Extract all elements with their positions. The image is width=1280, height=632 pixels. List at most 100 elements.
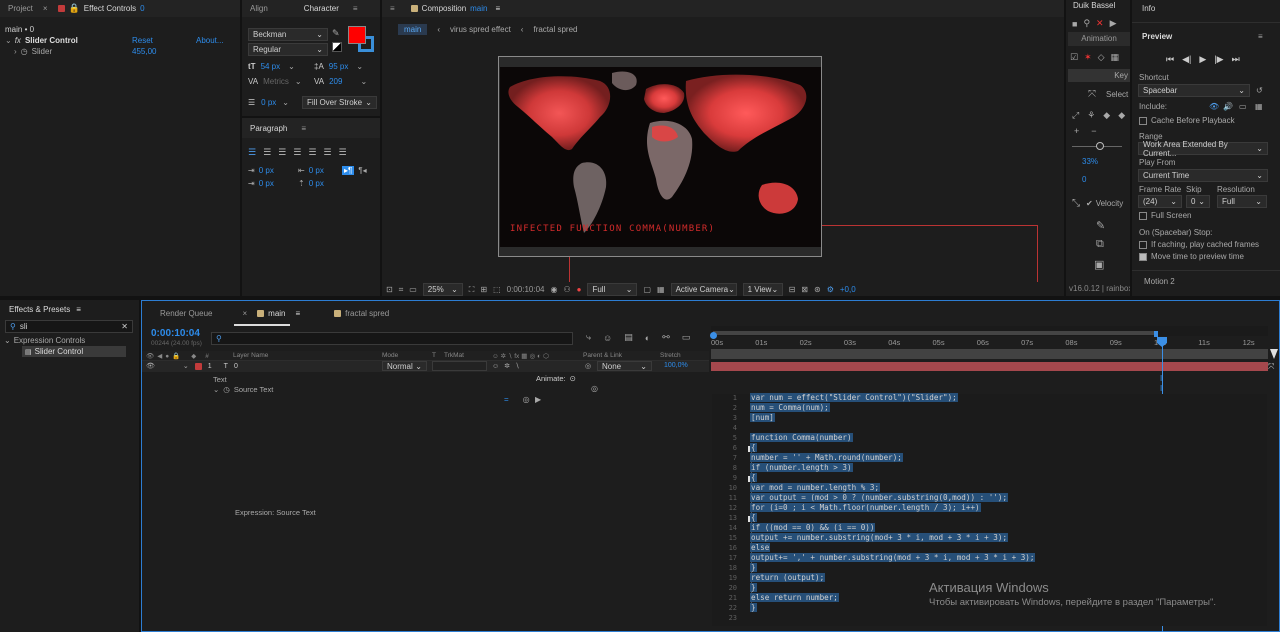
close-icon[interactable]: × — [240, 305, 249, 322]
animate-row[interactable]: Animate: ⊙ — [536, 374, 576, 383]
zoom-select[interactable]: 25% ⌄ — [422, 283, 463, 296]
fill-color-swatch[interactable] — [348, 26, 366, 44]
last-frame-icon[interactable]: ⏭ — [1232, 54, 1240, 65]
show-snapshot-icon[interactable]: ⚇ — [563, 285, 570, 294]
code-line[interactable]: [num] — [750, 413, 1190, 423]
font-style-select[interactable]: Regular ⌄ — [248, 43, 328, 56]
reset-exposure-icon[interactable]: ⚙ — [827, 285, 834, 294]
duik-percent[interactable]: 33% — [1082, 157, 1098, 166]
minus-icon[interactable]: − — [1091, 126, 1096, 136]
collapse-switch-icon[interactable]: ✲ — [504, 362, 510, 370]
font-family-select[interactable]: Beckman ⌄ — [248, 28, 328, 41]
motion-blur-icon[interactable]: ◐ — [645, 333, 650, 343]
transparency-grid-icon[interactable]: ▦ — [657, 285, 665, 294]
tab-align[interactable]: Align — [242, 0, 276, 17]
stopwatch-icon[interactable]: ◷ — [223, 385, 230, 394]
kerning-value[interactable]: Metrics — [263, 77, 289, 86]
source-text-row[interactable]: ⌄ ◷ Source Text — [213, 385, 273, 394]
code-line[interactable]: { — [750, 513, 1190, 523]
include-overlay-icon[interactable]: ▭ — [1239, 102, 1247, 111]
breadcrumb-fractal[interactable]: fractal spred — [533, 25, 577, 34]
duik-ease4-icon[interactable]: ◆ — [1118, 110, 1125, 121]
menu-icon[interactable]: ≡ — [495, 4, 500, 13]
col-trkmat[interactable]: TrkMat — [444, 352, 464, 359]
move-time-row[interactable]: Move time to preview time — [1139, 252, 1244, 261]
checkbox-icon[interactable] — [1139, 116, 1147, 125]
menu-icon[interactable]: ≡ — [296, 309, 301, 318]
code-line[interactable]: for (i=0 ; i < Math.floor(number.length … — [750, 503, 1190, 513]
resolution-preview-select[interactable]: Full ⌄ — [1217, 195, 1267, 208]
kerning-row[interactable]: VA Metrics ⌄ — [248, 77, 302, 86]
collapse-switch-icon[interactable]: ✲ — [501, 352, 506, 360]
tab-info[interactable]: Info — [1142, 4, 1155, 13]
include-video-icon[interactable]: 👁 — [1209, 102, 1219, 111]
indent-right-row[interactable]: ⇤ 0 px — [298, 166, 324, 175]
duik-layer-icon[interactable]: ■ — [1072, 19, 1077, 29]
pixel-aspect-icon[interactable]: ⊟ — [789, 285, 796, 294]
play-icon[interactable]: ▶ — [1199, 54, 1206, 65]
code-line[interactable]: number = '' + Math.round(number); — [750, 453, 1190, 463]
breadcrumb-main[interactable]: main — [398, 24, 428, 35]
align-left-icon[interactable]: ☰ — [248, 147, 256, 158]
text-keyframe-marker-icon[interactable]: I — [1160, 374, 1162, 383]
duik-keys-icon[interactable]: ◇ — [1098, 52, 1105, 63]
checkbox-checked-icon[interactable] — [1139, 252, 1147, 261]
include-audio-icon[interactable]: 🔊 — [1223, 102, 1233, 111]
menu-icon[interactable]: ≡ — [299, 120, 308, 137]
indent-right-value[interactable]: 0 px — [309, 166, 324, 175]
tab-main[interactable]: main ≡ — [249, 305, 312, 322]
include-layers-icon[interactable]: ▦ — [1255, 102, 1263, 111]
duik-graph-icon[interactable]: ▦ — [1111, 52, 1120, 63]
camera-select[interactable]: Active Camera ⌄ — [670, 283, 737, 296]
expression-controls-category[interactable]: ⌄ Expression Controls — [4, 336, 85, 345]
lock-icon[interactable]: 🔒 — [172, 352, 180, 360]
space-before-value[interactable]: 0 px — [309, 179, 324, 188]
reset-link[interactable]: Reset — [132, 36, 153, 45]
tab-character[interactable]: Character — [296, 0, 351, 17]
eye-icon[interactable]: 👁 — [146, 362, 155, 370]
layer-trkmat-select[interactable] — [432, 361, 487, 371]
space-before-row[interactable]: ⇡ 0 px — [298, 179, 324, 188]
code-line[interactable] — [750, 613, 1190, 623]
swatch-black-white-icon[interactable] — [332, 42, 342, 52]
frame-rate-select[interactable]: (24) ⌄ — [1138, 195, 1182, 208]
tab-effect-controls[interactable]: 🔒 Effect Controls 0 — [50, 0, 157, 17]
indent-first-value[interactable]: 0 px — [259, 179, 274, 188]
param-row[interactable]: › ◷ Slider 455,00 — [14, 47, 234, 56]
param-value[interactable]: 455,00 — [132, 47, 156, 56]
duik-ease2-icon[interactable]: ⚘ — [1087, 110, 1095, 121]
checkbox-icon[interactable]: ☑ — [1070, 52, 1078, 63]
range-select[interactable]: Work Area Extended By Current... ⌄ — [1138, 140, 1268, 158]
code-line[interactable]: function Comma(number) — [750, 433, 1190, 443]
duik-select-row[interactable]: ⤧ Select — [1088, 89, 1128, 100]
duik-camera-icon[interactable]: ▶ — [1110, 18, 1117, 29]
ltr-icon[interactable]: ▸¶ — [342, 166, 355, 175]
label-icon[interactable]: ◆ — [191, 352, 196, 360]
code-line[interactable]: if ((mod == 0) && (i == 0)) — [750, 523, 1190, 533]
shy-icon[interactable]: ☺ — [603, 333, 612, 343]
stroke-width-value[interactable]: 0 px — [261, 98, 276, 107]
font-size-value[interactable]: 54 px — [261, 62, 281, 71]
code-line[interactable]: if (number.length > 3) — [750, 463, 1190, 473]
breadcrumb-virus[interactable]: virus spred effect — [450, 25, 511, 34]
layer-duration-bar[interactable] — [711, 362, 1268, 371]
tab-composition[interactable]: Composition main ≡ — [403, 0, 512, 17]
col-layer-name[interactable]: Layer Name — [233, 352, 268, 359]
code-line[interactable]: output+= ',' + number.substring(mod + 3 … — [750, 553, 1190, 563]
fx-switch-icon[interactable]: fx — [514, 353, 519, 360]
skip-select[interactable]: 0 ⌄ — [1186, 195, 1210, 208]
tab-render-queue[interactable]: Render Queue — [152, 305, 220, 322]
chevron-right-icon[interactable]: › — [14, 47, 17, 56]
rtl-icon[interactable]: ¶◂ — [358, 166, 366, 175]
stroke-width-row[interactable]: ☰ 0 px ⌄ — [248, 98, 289, 107]
if-caching-row[interactable]: If caching, play cached frames — [1139, 240, 1259, 249]
safe-zones-icon[interactable]: ⊞ — [480, 285, 487, 294]
reset-icon[interactable]: ↺ — [1256, 86, 1263, 95]
duik-ease3-icon[interactable]: ◆ — [1103, 110, 1110, 121]
source-text-pickwhip-icon[interactable]: ◎ — [591, 384, 598, 393]
comp-canvas[interactable]: INFECTED FUNCTION COMMA(NUMBER) — [500, 67, 821, 247]
blend-switch-icon[interactable]: ▦ — [521, 352, 527, 360]
tracking-value[interactable]: 209 — [329, 77, 342, 86]
code-line[interactable]: output += number.substring(mod+ 3 * i, m… — [750, 533, 1190, 543]
layer-name[interactable]: 0 — [234, 363, 238, 370]
